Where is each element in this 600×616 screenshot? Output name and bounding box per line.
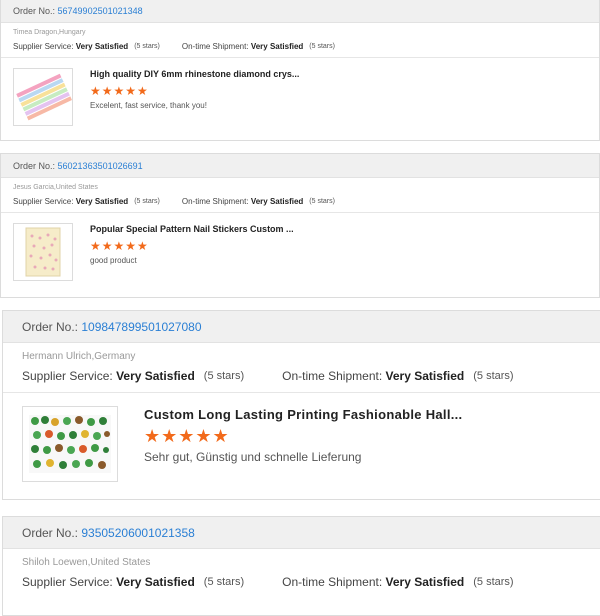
- product-title[interactable]: High quality DIY 6mm rhinestone diamond …: [90, 69, 299, 79]
- supplier-service-stars: (5 stars): [203, 576, 245, 588]
- ontime-shipment-label: On-time Shipment:: [282, 575, 383, 589]
- ontime-shipment-stars: (5 stars): [309, 198, 335, 205]
- product-review: Popular Special Pattern Nail Stickers Cu…: [13, 223, 599, 281]
- order-number-link[interactable]: 56021363501026691: [58, 161, 143, 171]
- ontime-shipment-stars: (5 stars): [473, 370, 514, 382]
- supplier-service-label: Supplier Service:: [13, 197, 74, 206]
- order-number-link[interactable]: 109847899501027080: [81, 320, 201, 334]
- review-comment: Excelent, fast service, thank you!: [90, 101, 207, 110]
- order-number-label: Order No.:: [22, 525, 79, 540]
- ontime-shipment-rating: Very Satisfied: [385, 369, 465, 383]
- supplier-service-label: Supplier Service:: [22, 369, 113, 383]
- product-title[interactable]: Custom Long Lasting Printing Fashionable…: [144, 407, 462, 422]
- supplier-service-rating: Very Satisfied: [116, 369, 195, 383]
- order-number-label: Order No.:: [13, 160, 56, 171]
- product-thumbnail[interactable]: [13, 223, 73, 281]
- order-card: Order No.: 56749902501021348 Timea Drago…: [0, 0, 600, 141]
- ontime-shipment-label: On-time Shipment:: [282, 369, 383, 383]
- ontime-shipment-label: On-time Shipment:: [181, 42, 249, 51]
- supplier-service-rating: Very Satisfied: [75, 197, 129, 206]
- supplier-service-stars: (5 stars): [203, 370, 245, 382]
- order-header: Order No.: 56749902501021348: [1, 0, 599, 23]
- order-card: Order No.: 109847899501027080 Hermann Ul…: [2, 310, 600, 500]
- order-card: Order No.: 93505206001021358 Shiloh Loew…: [2, 516, 600, 616]
- review-comment: Sehr gut, Günstig und schnelle Lieferung: [144, 450, 362, 464]
- supplier-service-label: Supplier Service:: [13, 42, 74, 51]
- order-number-link[interactable]: 56749902501021348: [58, 6, 143, 16]
- review-comment: good product: [90, 256, 137, 265]
- ontime-shipment-rating: Very Satisfied: [385, 575, 465, 589]
- star-rating: ★★★★★: [144, 426, 230, 446]
- reviewer-name: Timea Dragon,Hungary: [13, 29, 86, 36]
- supplier-service-label: Supplier Service:: [22, 575, 113, 589]
- ontime-shipment-stars: (5 stars): [473, 576, 514, 588]
- divider: [3, 392, 600, 393]
- divider: [1, 212, 599, 213]
- star-rating: ★★★★★: [90, 239, 149, 253]
- order-header: Order No.: 56021363501026691: [1, 154, 599, 178]
- service-ratings: Supplier Service: Very Satisfied (5 star…: [13, 42, 599, 51]
- star-rating: ★★★★★: [90, 84, 149, 98]
- order-header: Order No.: 93505206001021358: [3, 517, 600, 549]
- reviewer-name: Jesus Garcia,United States: [13, 184, 98, 191]
- product-review: High quality DIY 6mm rhinestone diamond …: [13, 68, 599, 126]
- reviewer-name: Shiloh Loewen,United States: [22, 557, 151, 568]
- product-thumbnail[interactable]: [13, 68, 73, 126]
- product-thumbnail[interactable]: [22, 406, 118, 482]
- order-number-label: Order No.:: [22, 319, 79, 334]
- service-ratings: Supplier Service: Very Satisfied (5 star…: [13, 197, 599, 206]
- product-review: Custom Long Lasting Printing Fashionable…: [22, 406, 600, 482]
- order-number-link[interactable]: 93505206001021358: [81, 526, 194, 540]
- order-number-label: Order No.:: [13, 5, 56, 16]
- supplier-service-stars: (5 stars): [134, 43, 160, 50]
- supplier-service-rating: Very Satisfied: [75, 42, 129, 51]
- order-header: Order No.: 109847899501027080: [3, 311, 600, 343]
- ontime-shipment-rating: Very Satisfied: [250, 197, 304, 206]
- ontime-shipment-stars: (5 stars): [309, 43, 335, 50]
- service-ratings: Supplier Service: Very Satisfied (5 star…: [22, 369, 600, 383]
- supplier-service-stars: (5 stars): [134, 198, 160, 205]
- ontime-shipment-label: On-time Shipment:: [181, 197, 249, 206]
- supplier-service-rating: Very Satisfied: [116, 575, 195, 589]
- ontime-shipment-rating: Very Satisfied: [250, 42, 304, 51]
- service-ratings: Supplier Service: Very Satisfied (5 star…: [22, 575, 600, 589]
- product-title[interactable]: Popular Special Pattern Nail Stickers Cu…: [90, 224, 294, 234]
- divider: [1, 57, 599, 58]
- order-card: Order No.: 56021363501026691 Jesus Garci…: [0, 153, 600, 298]
- reviewer-name: Hermann Ulrich,Germany: [22, 351, 136, 362]
